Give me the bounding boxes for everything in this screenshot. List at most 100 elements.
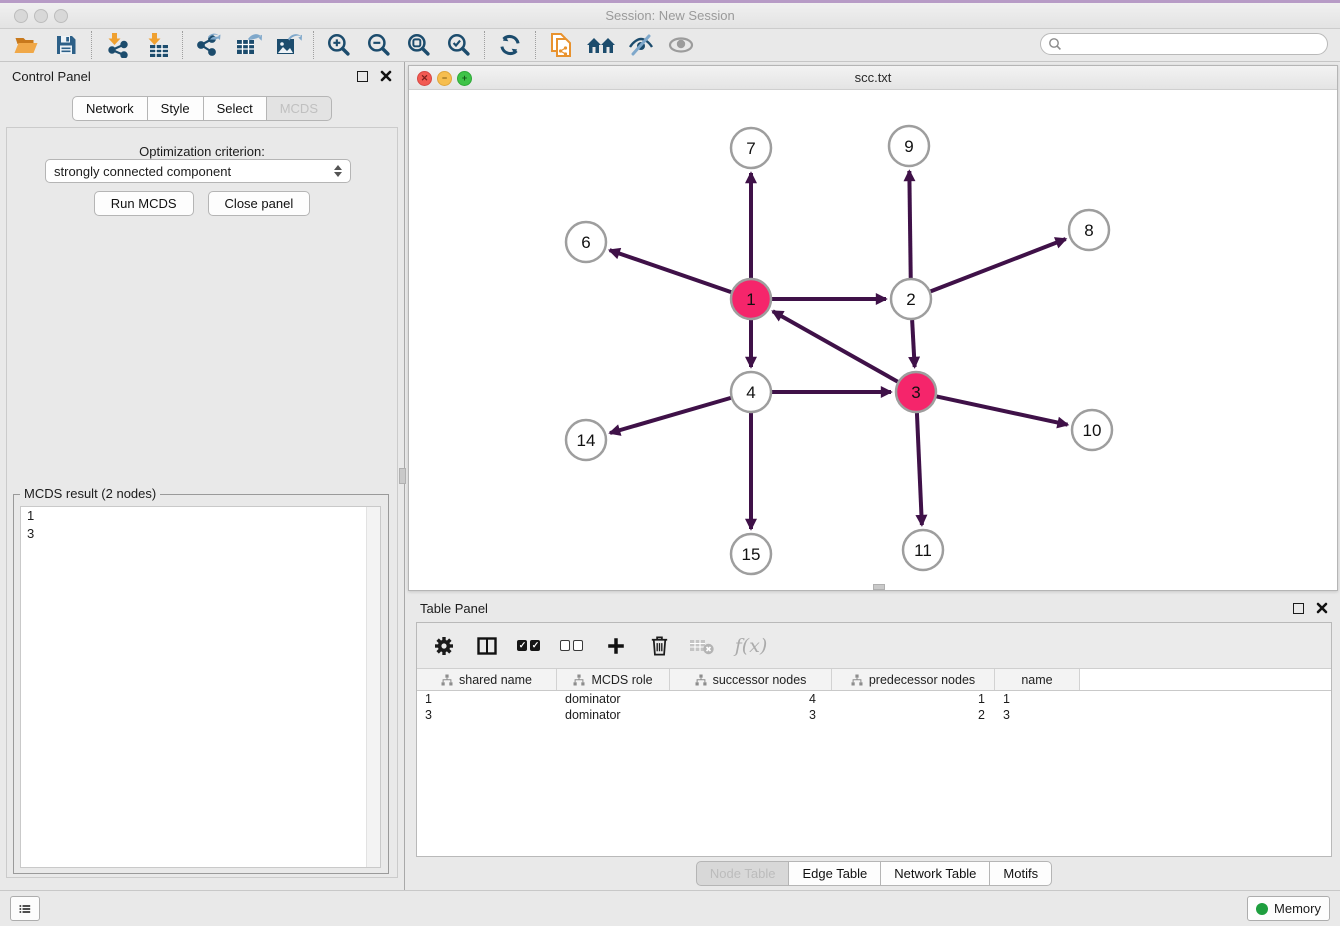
show-all-columns-button[interactable] — [517, 633, 543, 659]
cell-mcds-role[interactable]: dominator — [557, 692, 670, 706]
duplicate-network-button[interactable] — [541, 30, 581, 60]
toolbar-separator — [182, 31, 183, 59]
result-item[interactable]: 1 — [21, 507, 380, 525]
result-scrollbar[interactable] — [366, 507, 380, 867]
run-mcds-button[interactable]: Run MCDS — [94, 191, 194, 216]
cell-name[interactable]: 3 — [995, 708, 1080, 722]
horizontal-split-handle[interactable] — [873, 584, 885, 590]
memory-button[interactable]: Memory — [1247, 896, 1330, 921]
tab-style[interactable]: Style — [148, 96, 204, 121]
mcds-result-group: MCDS result (2 nodes) 1 3 — [13, 494, 389, 874]
export-table-icon — [235, 32, 262, 58]
window-minimize-button[interactable] — [34, 9, 48, 23]
tab-select[interactable]: Select — [204, 96, 267, 121]
split-view-button[interactable] — [474, 633, 500, 659]
tab-network[interactable]: Network — [72, 96, 148, 121]
graph-node-label: 9 — [904, 137, 913, 156]
export-image-button[interactable] — [268, 30, 308, 60]
add-column-button[interactable] — [603, 633, 629, 659]
column-header-predecessor-nodes[interactable]: predecessor nodes — [832, 669, 995, 690]
search-field[interactable] — [1040, 33, 1328, 55]
close-panel-icon[interactable] — [1316, 602, 1328, 614]
zoom-fit-button[interactable] — [399, 30, 439, 60]
home-icon — [586, 33, 616, 57]
export-table-button[interactable] — [228, 30, 268, 60]
close-panel-icon[interactable] — [380, 70, 392, 82]
function-builder-button[interactable]: f(x) — [732, 633, 770, 659]
net-close-button[interactable]: ✕ — [417, 71, 432, 86]
cell-shared-name[interactable]: 1 — [417, 692, 557, 706]
graph-node-label: 14 — [577, 431, 596, 450]
search-input[interactable] — [1062, 34, 1327, 54]
net-maximize-button[interactable]: + — [457, 71, 472, 86]
refresh-layout-button[interactable] — [490, 30, 530, 60]
graph-edge-2-9[interactable] — [909, 171, 910, 278]
graph-edge-4-14[interactable] — [610, 398, 731, 433]
split-view-icon — [475, 634, 499, 658]
table-row[interactable]: 1 dominator 4 1 1 — [417, 691, 1331, 707]
float-panel-icon[interactable] — [1293, 603, 1304, 614]
result-item[interactable]: 3 — [21, 525, 380, 543]
show-view-button[interactable] — [661, 30, 701, 60]
float-panel-icon[interactable] — [357, 71, 368, 82]
zoom-out-button[interactable] — [359, 30, 399, 60]
network-canvas[interactable]: 1234678910111415 — [409, 90, 1337, 591]
graph-edge-3-1[interactable] — [773, 311, 898, 381]
mcds-result-list[interactable]: 1 3 — [20, 506, 381, 868]
optimization-criterion-select[interactable]: strongly connected component — [45, 159, 351, 183]
open-session-button[interactable] — [6, 30, 46, 60]
column-header-shared-name[interactable]: shared name — [417, 669, 557, 690]
zoom-selected-button[interactable] — [439, 30, 479, 60]
graph-node-label: 2 — [906, 290, 915, 309]
net-minimize-button[interactable]: − — [437, 71, 452, 86]
tab-node-table[interactable]: Node Table — [696, 861, 790, 886]
network-window-titlebar[interactable]: ✕ − + scc.txt — [409, 66, 1337, 90]
import-table-button[interactable] — [137, 30, 177, 60]
graph-edge-3-10[interactable] — [937, 396, 1068, 424]
zoom-in-button[interactable] — [319, 30, 359, 60]
network-home-button[interactable] — [581, 30, 621, 60]
cell-predecessor-nodes[interactable]: 1 — [832, 692, 995, 706]
delete-table-button[interactable] — [689, 633, 715, 659]
tab-mcds[interactable]: MCDS — [267, 96, 332, 121]
graph-edge-1-6[interactable] — [610, 250, 732, 292]
table-row[interactable]: 3 dominator 3 2 3 — [417, 707, 1331, 723]
column-header-mcds-role[interactable]: MCDS role — [557, 669, 670, 690]
cell-predecessor-nodes[interactable]: 2 — [832, 708, 995, 722]
column-header-name[interactable]: name — [995, 669, 1080, 690]
tab-network-table[interactable]: Network Table — [881, 861, 990, 886]
cell-successor-nodes[interactable]: 3 — [670, 708, 832, 722]
table-settings-button[interactable] — [431, 633, 457, 659]
save-session-button[interactable] — [46, 30, 86, 60]
tab-motifs[interactable]: Motifs — [990, 861, 1052, 886]
graph-node-label: 10 — [1083, 421, 1102, 440]
close-panel-button[interactable]: Close panel — [208, 191, 311, 216]
cytoscape-app: { "window": { "title": "Session: New Ses… — [0, 0, 1340, 926]
task-history-button[interactable] — [10, 896, 40, 921]
checked-box-icon — [530, 640, 540, 651]
window-close-button[interactable] — [14, 9, 28, 23]
cell-successor-nodes[interactable]: 4 — [670, 692, 832, 706]
control-panel-title: Control Panel — [12, 69, 357, 84]
zoom-in-icon — [326, 32, 352, 58]
tab-edge-table[interactable]: Edge Table — [789, 861, 881, 886]
cell-shared-name[interactable]: 3 — [417, 708, 557, 722]
graph-edge-2-3[interactable] — [912, 320, 915, 367]
export-network-button[interactable] — [188, 30, 228, 60]
hide-all-columns-button[interactable] — [560, 633, 586, 659]
graph-edge-3-11[interactable] — [917, 413, 922, 525]
graph-edge-2-8[interactable] — [931, 239, 1066, 291]
column-label: predecessor nodes — [869, 673, 975, 687]
window-zoom-button[interactable] — [54, 9, 68, 23]
gear-icon — [432, 634, 456, 658]
memory-status-icon — [1256, 903, 1268, 915]
cell-name[interactable]: 1 — [995, 692, 1080, 706]
column-header-successor-nodes[interactable]: successor nodes — [670, 669, 832, 690]
delete-column-button[interactable] — [646, 633, 672, 659]
import-network-button[interactable] — [97, 30, 137, 60]
cell-mcds-role[interactable]: dominator — [557, 708, 670, 722]
graph-node-label: 6 — [581, 233, 590, 252]
hide-view-button[interactable] — [621, 30, 661, 60]
network-view-window: ✕ − + scc.txt 1234678910111415 — [408, 65, 1338, 591]
vertical-split-handle[interactable] — [399, 468, 406, 484]
